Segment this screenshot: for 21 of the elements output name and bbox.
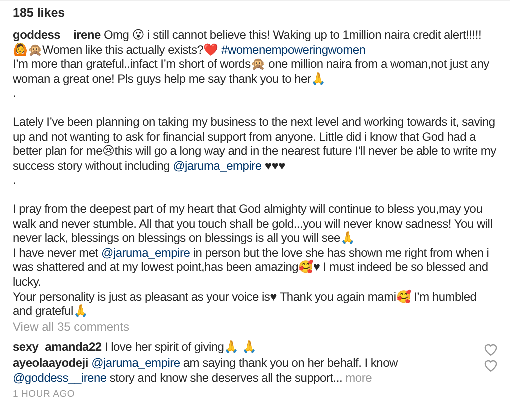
username-link[interactable]: goddess__irene	[13, 28, 101, 42]
timestamp: 1 HOUR AGO	[13, 389, 76, 400]
caption-paragraph: I have never met @jaruma_empire in person but the love she has shown me right from when i was shattered and at my lowest point,has been amazing🥰♥ I must indeed be so blessed and lucky.	[13, 246, 490, 290]
caption-paragraph: Your personality is just as pleasant as your voice is♥ Thank you again mami🥰 I’m humbled and grateful🙏	[13, 290, 478, 319]
caption-paragraph: Lately I’ve been planning on taking my business to the next level and working towards it, saving up and not wanting to ask for financial support from anyone. Little did i know that God had a better plan for me😢this will go a long way and in the nearest future I’ll never be able to write my success story without including @jaruma_empire ♥♥♥	[13, 114, 498, 174]
mention-link[interactable]: @jaruma_empire	[101, 246, 190, 260]
caption-paragraph: I’m more than grateful..infact I’m short of words🙊 one million naira from a woman,not just any woman a great one! Pls guys help me say thank you to her🙏	[13, 57, 490, 86]
caption-paragraph: goddess__irene Omg 😮 i still cannot believe this! Waking up to 1million naira credit alert!!!!! 🙆🙊Women like this actually exists?❤ #womenempoweringwomen	[13, 28, 483, 58]
comment-text: ayeolaayodeji @jaruma_empire am saying thank you on her behalf. I know @goddess__irene story and know she deserves all the support... more	[13, 356, 400, 386]
hashtag-link[interactable]: #womenempoweringwomen	[222, 42, 366, 57]
likes-count[interactable]: 185 likes	[13, 5, 66, 21]
mention-link[interactable]: @goddess__irene	[13, 370, 107, 385]
comment-text: sexy_amanda22 I love her spirit of giving🙏 🙏	[13, 340, 258, 355]
username-link[interactable]: sexy_amanda22	[13, 340, 102, 354]
mention-link[interactable]: @jaruma_empire	[92, 356, 180, 370]
like-button[interactable]	[484, 359, 498, 372]
mention-link[interactable]: @jaruma_empire	[173, 158, 262, 173]
caption-paragraph: .	[13, 86, 18, 101]
username-link[interactable]: ayeolaayodeji	[13, 356, 88, 370]
caption-paragraph: .	[13, 173, 18, 188]
like-button[interactable]	[484, 343, 498, 356]
